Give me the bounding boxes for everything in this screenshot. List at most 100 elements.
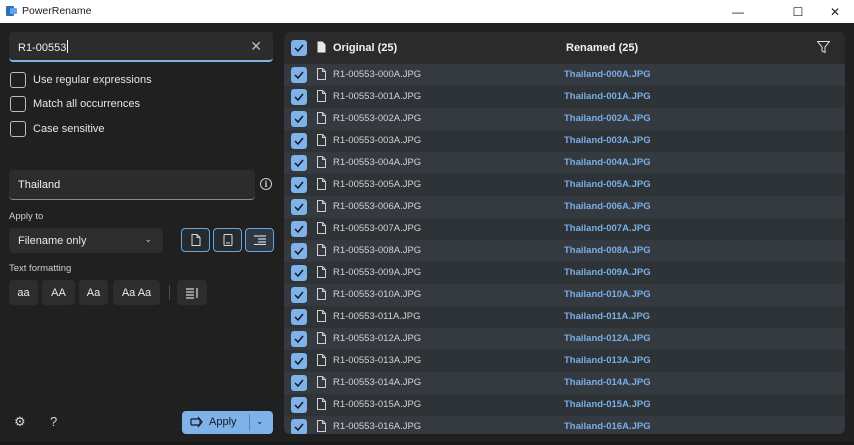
checkmark-icon	[294, 225, 304, 233]
row-checkbox[interactable]	[291, 199, 307, 215]
file-row[interactable]: R1-00553-012A.JPG Thailand-012A.JPG	[284, 328, 845, 350]
file-row[interactable]: R1-00553-007A.JPG Thailand-007A.JPG	[284, 218, 845, 240]
file-icon	[317, 41, 326, 53]
use-regex-checkbox[interactable]	[10, 72, 26, 88]
row-checkbox[interactable]	[291, 221, 307, 237]
file-row[interactable]: R1-00553-003A.JPG Thailand-003A.JPG	[284, 130, 845, 152]
match-all-checkbox[interactable]	[10, 96, 26, 112]
info-icon[interactable]: i	[260, 178, 272, 190]
settings-gear-icon[interactable]: ⚙	[14, 414, 26, 430]
option-use-regular-expressions[interactable]: Use regular expressions	[10, 71, 152, 89]
row-checkbox[interactable]	[291, 111, 307, 127]
search-input[interactable]: R1-00553 ✕	[9, 32, 273, 62]
apply-divider	[249, 414, 250, 431]
format-divider	[169, 285, 170, 300]
original-filename: R1-00553-008A.JPG	[333, 245, 422, 256]
file-icon	[317, 288, 326, 300]
renamed-filename: Thailand-006A.JPG	[564, 201, 651, 212]
row-checkbox[interactable]	[291, 331, 307, 347]
include-subfolders-toggle[interactable]	[245, 228, 274, 252]
row-checkbox[interactable]	[291, 243, 307, 259]
row-checkbox[interactable]	[291, 177, 307, 193]
search-input-value: R1-00553	[18, 42, 67, 54]
row-checkbox[interactable]	[291, 67, 307, 83]
file-row[interactable]: R1-00553-009A.JPG Thailand-009A.JPG	[284, 262, 845, 284]
enumerate-button[interactable]	[177, 280, 207, 305]
file-row[interactable]: R1-00553-008A.JPG Thailand-008A.JPG	[284, 240, 845, 262]
include-files-toggle[interactable]	[181, 228, 210, 252]
row-checkbox[interactable]	[291, 397, 307, 413]
lowercase-button[interactable]: aa	[9, 280, 38, 305]
file-row[interactable]: R1-00553-016A.JPG Thailand-016A.JPG	[284, 416, 845, 434]
include-folders-toggle[interactable]	[213, 228, 242, 252]
apply-button[interactable]: Apply ⌄	[182, 411, 273, 434]
renamed-filename: Thailand-009A.JPG	[564, 267, 651, 278]
row-checkbox[interactable]	[291, 287, 307, 303]
file-row[interactable]: R1-00553-002A.JPG Thailand-002A.JPG	[284, 108, 845, 130]
row-checkbox[interactable]	[291, 265, 307, 281]
file-row[interactable]: R1-00553-013A.JPG Thailand-013A.JPG	[284, 350, 845, 372]
window-title: PowerRename	[22, 5, 92, 17]
file-row[interactable]: R1-00553-005A.JPG Thailand-005A.JPG	[284, 174, 845, 196]
file-icon	[317, 90, 326, 102]
option-match-all-occurrences[interactable]: Match all occurrences	[10, 95, 140, 113]
option-case-sensitive[interactable]: Case sensitive	[10, 120, 105, 138]
apply-options-chevron-icon[interactable]: ⌄	[256, 416, 264, 427]
close-button[interactable]: ✕	[812, 0, 854, 23]
file-row[interactable]: R1-00553-001A.JPG Thailand-001A.JPG	[284, 86, 845, 108]
help-icon[interactable]: ?	[50, 414, 57, 429]
checkmark-icon	[294, 401, 304, 409]
checkmark-icon	[294, 44, 304, 52]
file-icon	[317, 222, 326, 234]
case-sensitive-checkbox[interactable]	[10, 121, 26, 137]
renamed-filename: Thailand-003A.JPG	[564, 135, 651, 146]
row-checkbox[interactable]	[291, 353, 307, 369]
file-icon	[317, 244, 326, 256]
renamed-filename: Thailand-014A.JPG	[564, 377, 651, 388]
file-row[interactable]: R1-00553-014A.JPG Thailand-014A.JPG	[284, 372, 845, 394]
checkmark-icon	[294, 115, 304, 123]
titlecase-button[interactable]: Aa	[79, 280, 108, 305]
file-icon	[317, 332, 326, 344]
renamed-filename: Thailand-002A.JPG	[564, 113, 651, 124]
file-row[interactable]: R1-00553-004A.JPG Thailand-004A.JPG	[284, 152, 845, 174]
checkmark-icon	[294, 357, 304, 365]
original-filename: R1-00553-016A.JPG	[333, 421, 422, 432]
original-filename: R1-00553-015A.JPG	[333, 399, 422, 410]
checkmark-icon	[294, 247, 304, 255]
original-column-header[interactable]: Original (25)	[333, 42, 397, 54]
chevron-down-icon: ⌄	[144, 234, 152, 244]
minimize-button[interactable]: —	[715, 0, 761, 23]
use-regex-label: Use regular expressions	[33, 74, 152, 86]
file-row[interactable]: R1-00553-000A.JPG Thailand-000A.JPG	[284, 64, 845, 86]
clear-search-icon[interactable]: ✕	[250, 38, 262, 55]
original-filename: R1-00553-013A.JPG	[333, 355, 422, 366]
row-checkbox[interactable]	[291, 89, 307, 105]
renamed-filename: Thailand-001A.JPG	[564, 91, 651, 102]
original-filename: R1-00553-003A.JPG	[333, 135, 422, 146]
file-row[interactable]: R1-00553-006A.JPG Thailand-006A.JPG	[284, 196, 845, 218]
uppercase-button[interactable]: AA	[42, 280, 75, 305]
select-all-checkbox[interactable]	[291, 40, 307, 56]
renamed-column-header[interactable]: Renamed (25)	[566, 42, 638, 54]
checkmark-icon	[294, 313, 304, 321]
renamed-filename: Thailand-015A.JPG	[564, 399, 651, 410]
replace-input[interactable]: Thailand	[9, 170, 255, 200]
capitalize-words-button[interactable]: Aa Aa	[113, 280, 160, 305]
row-checkbox[interactable]	[291, 155, 307, 171]
file-icon	[317, 420, 326, 432]
apply-to-dropdown[interactable]: Filename only ⌄	[9, 228, 163, 253]
file-row[interactable]: R1-00553-015A.JPG Thailand-015A.JPG	[284, 394, 845, 416]
row-checkbox[interactable]	[291, 375, 307, 391]
file-row[interactable]: R1-00553-011A.JPG Thailand-011A.JPG	[284, 306, 845, 328]
original-filename: R1-00553-012A.JPG	[333, 333, 422, 344]
row-checkbox[interactable]	[291, 419, 307, 434]
original-filename: R1-00553-009A.JPG	[333, 267, 422, 278]
file-icon	[317, 200, 326, 212]
file-icon	[317, 134, 326, 146]
row-checkbox[interactable]	[291, 309, 307, 325]
filter-icon[interactable]	[817, 41, 830, 53]
file-row[interactable]: R1-00553-010A.JPG Thailand-010A.JPG	[284, 284, 845, 306]
title-bar: PowerRename — ☐ ✕	[0, 0, 854, 23]
row-checkbox[interactable]	[291, 133, 307, 149]
